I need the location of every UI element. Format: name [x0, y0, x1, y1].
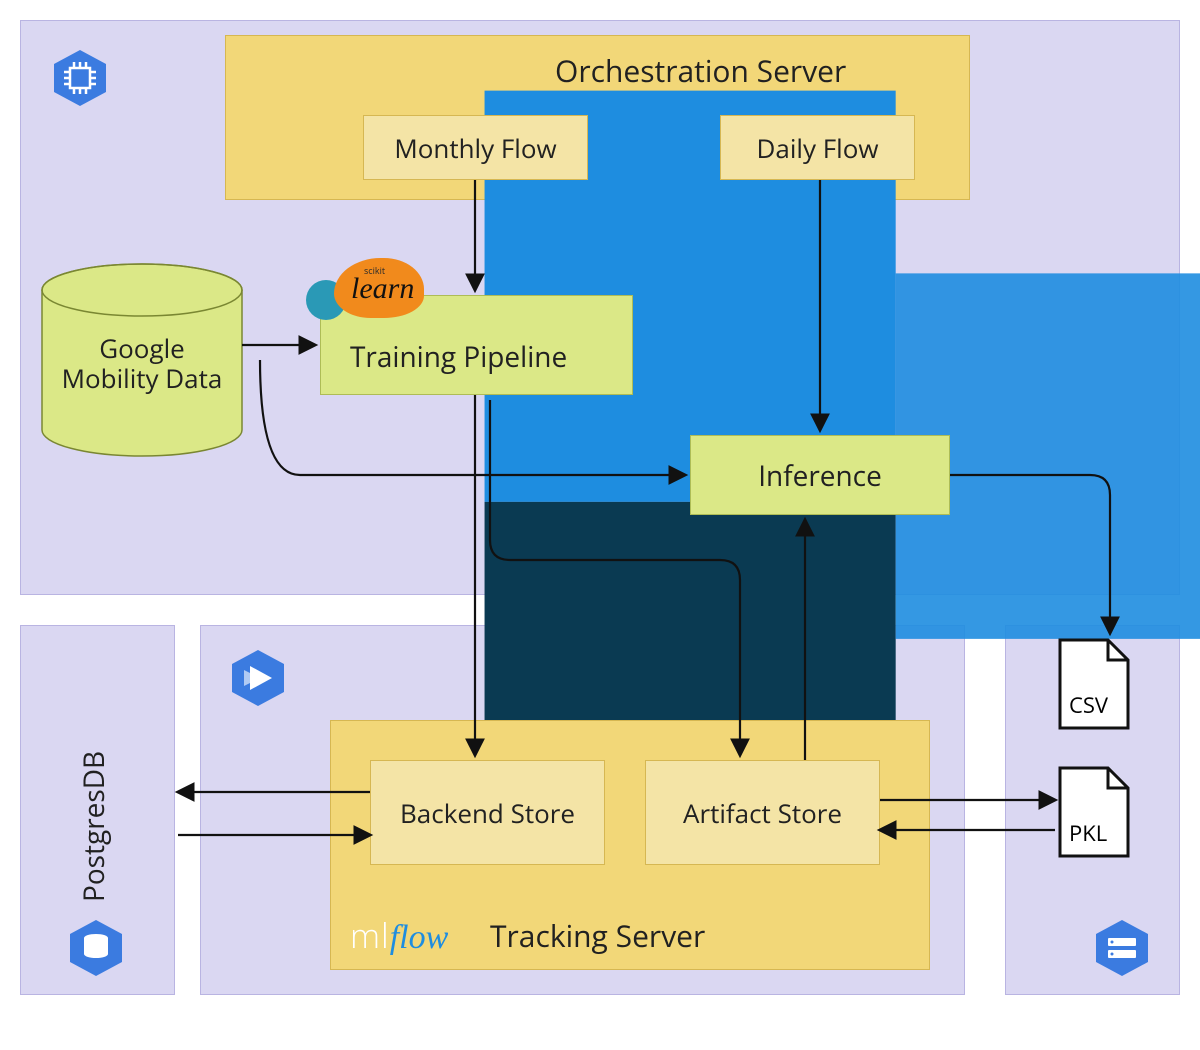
training-pipeline-label: Training Pipeline: [350, 338, 567, 376]
backend-store-box: Backend Store: [370, 760, 605, 865]
daily-flow-box: Daily Flow: [720, 115, 915, 180]
inference-box: Inference: [690, 435, 950, 515]
scikit-learn-logo: scikit learn: [306, 258, 426, 328]
mlflow-logo: mlflow: [350, 912, 448, 958]
db-hex-icon: [66, 918, 126, 978]
postgres-label: PostgresDB: [75, 722, 113, 902]
monthly-flow-box: Monthly Flow: [363, 115, 588, 180]
run-hex-icon: [228, 648, 288, 708]
compute-hex-icon: [50, 48, 110, 108]
artifact-store-box: Artifact Store: [645, 760, 880, 865]
tracking-server-title: Tracking Server: [490, 915, 705, 956]
orchestration-title: Orchestration Server: [555, 50, 846, 91]
storage-hex-icon: [1092, 918, 1152, 978]
pkl-file-label: PKL: [1069, 818, 1107, 848]
diagram-canvas: PREFECT Orchestration Server Monthly Flo…: [0, 0, 1200, 1005]
google-mobility-label2: Mobility Data: [42, 360, 242, 396]
csv-file-label: CSV: [1069, 690, 1108, 720]
